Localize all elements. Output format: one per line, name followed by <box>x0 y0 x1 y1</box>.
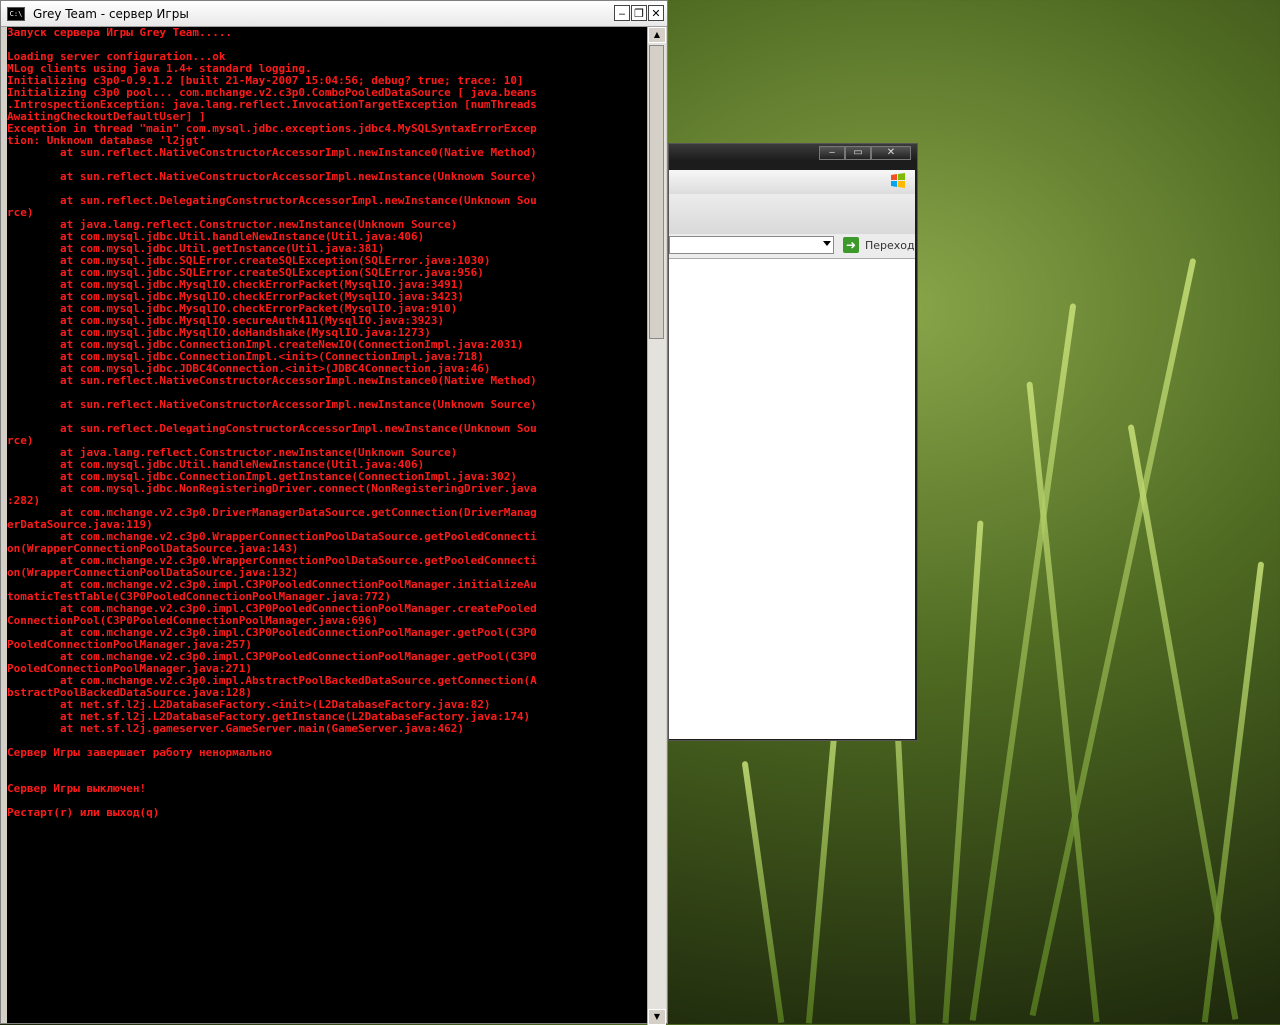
browser-command-bar <box>669 194 915 234</box>
minimize-icon: ‒ <box>618 7 626 20</box>
console-text: Запуск сервера Игры Grey Team..... Loadi… <box>7 27 647 819</box>
console-line: Рестарт(r) или выход(q) <box>7 806 160 819</box>
grass-blade <box>942 520 984 1024</box>
close-icon: ✕ <box>886 147 896 158</box>
console-window[interactable]: C:\ Grey Team - сервер Игры ‒ ❐ ✕ Запуск… <box>0 0 668 1025</box>
console-titlebar[interactable]: C:\ Grey Team - сервер Игры ‒ ❐ ✕ <box>1 1 667 27</box>
grass-blade <box>1026 381 1100 1023</box>
go-label: Переход <box>865 238 915 252</box>
arrow-down-icon: ▼ <box>653 1012 661 1021</box>
minimize-button[interactable]: ‒ <box>819 146 845 160</box>
console-line: at net.sf.l2j.gameserver.GameServer.main… <box>7 722 464 735</box>
scroll-up-button[interactable]: ▲ <box>648 27 666 43</box>
dropdown-arrow-icon[interactable] <box>823 241 831 246</box>
scroll-down-button[interactable]: ▼ <box>648 1009 666 1025</box>
maximize-button[interactable]: ▭ <box>845 146 871 160</box>
vertical-scrollbar[interactable]: ▲ ▼ <box>647 27 666 1025</box>
grass-blade <box>1201 561 1265 1023</box>
restore-button[interactable]: ❐ <box>631 5 647 21</box>
browser-content <box>669 258 915 739</box>
address-bar[interactable] <box>669 236 834 254</box>
scroll-thumb[interactable] <box>649 45 664 339</box>
console-line: at sun.reflect.DelegatingConstructorAcce… <box>7 422 537 435</box>
console-line: Сервер Игры выключен! <box>7 782 147 795</box>
go-button[interactable]: ➜ Переход <box>843 236 915 254</box>
close-button[interactable]: ✕ <box>871 146 911 160</box>
console-line: at com.mysql.jdbc.NonRegisteringDriver.c… <box>7 482 537 495</box>
grass-blade <box>741 760 785 1024</box>
arrow-right-icon: ➜ <box>843 237 859 253</box>
restore-icon: ❐ <box>634 7 644 20</box>
minimize-icon: ‒ <box>828 147 836 158</box>
maximize-icon: ▭ <box>853 147 863 158</box>
grass-blade <box>805 700 841 1024</box>
windows-logo-icon <box>891 173 905 188</box>
grass-blade <box>1127 424 1239 1020</box>
window-title: Grey Team - сервер Игры <box>33 6 189 21</box>
address-row: ➜ Переход <box>669 234 915 258</box>
browser-window[interactable]: ‒ ▭ ✕ ➜ Переход <box>668 143 918 741</box>
console-line: Запуск сервера Игры Grey Team..... <box>7 27 233 39</box>
arrow-up-icon: ▲ <box>653 30 661 39</box>
console-output[interactable]: Запуск сервера Игры Grey Team..... Loadi… <box>7 27 647 1023</box>
console-line: at sun.reflect.NativeConstructorAccessor… <box>7 170 537 183</box>
console-line: at sun.reflect.DelegatingConstructorAcce… <box>7 194 537 207</box>
console-line: at sun.reflect.NativeConstructorAccessor… <box>7 146 537 159</box>
console-app-icon[interactable]: C:\ <box>7 6 25 21</box>
browser-toolbar <box>669 170 915 194</box>
minimize-button[interactable]: ‒ <box>614 5 630 21</box>
browser-titlebar[interactable]: ‒ ▭ ✕ <box>669 144 917 162</box>
console-line: Сервер Игры завершает работу ненормально <box>7 746 272 759</box>
close-icon: ✕ <box>651 7 661 20</box>
console-line: at sun.reflect.NativeConstructorAccessor… <box>7 398 537 411</box>
console-line: at sun.reflect.NativeConstructorAccessor… <box>7 374 537 387</box>
close-button[interactable]: ✕ <box>648 5 664 21</box>
